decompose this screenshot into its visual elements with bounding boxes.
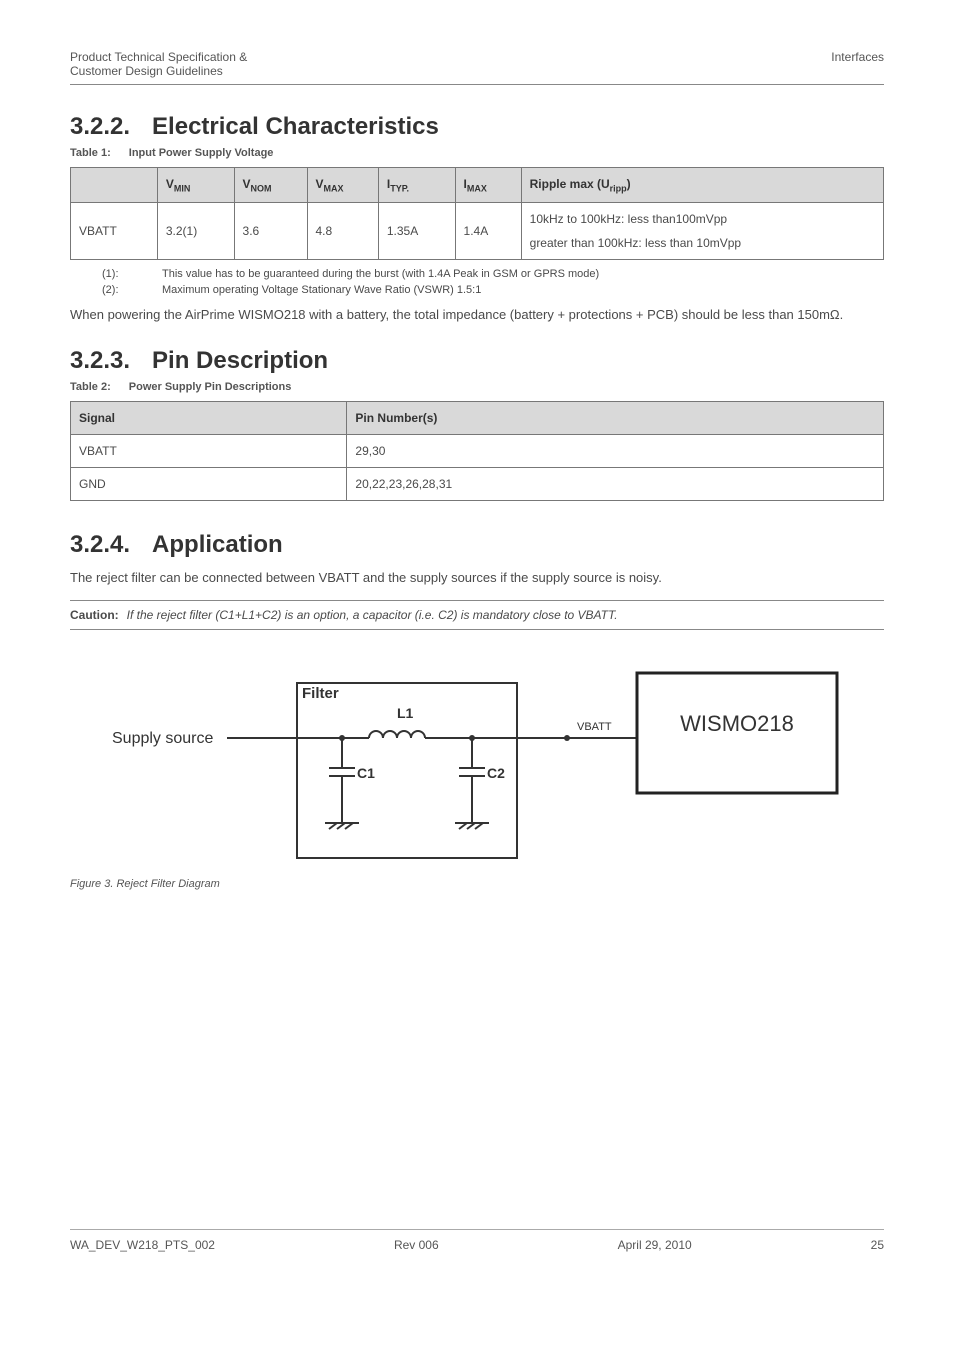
- application-body: The reject filter can be connected betwe…: [70, 569, 884, 588]
- cell-pins: 20,22,23,26,28,31: [347, 468, 884, 501]
- caution-label: Caution:: [70, 608, 119, 622]
- footer-rev: Rev 006: [394, 1238, 439, 1252]
- footnote-1: (1):This value has to be guaranteed duri…: [102, 268, 884, 280]
- figure3-caption: Figure 3. Reject Filter Diagram: [70, 878, 884, 890]
- table1-caption: Table 1: Input Power Supply Voltage: [70, 147, 884, 159]
- supply-source-label: Supply source: [112, 730, 213, 747]
- table2-caption: Table 2: Power Supply Pin Descriptions: [70, 381, 884, 393]
- caution-text: If the reject filter (C1+L1+C2) is an op…: [127, 608, 618, 622]
- cell-signal: GND: [71, 468, 347, 501]
- col-vnom: VNOM: [234, 168, 307, 203]
- caption-text: Input Power Supply Voltage: [129, 147, 274, 159]
- reject-filter-diagram: Supply source Filter C1 L1: [70, 648, 884, 868]
- section-heading: Electrical Characteristics: [152, 113, 439, 140]
- module-label: WISMO218: [680, 711, 794, 736]
- section-3-2-2-title: 3.2.2. Electrical Characteristics: [70, 113, 884, 141]
- section-number: 3.2.3.: [70, 347, 130, 374]
- filter-label: Filter: [302, 685, 339, 702]
- cell-name: VBATT: [71, 203, 158, 260]
- col-vmax: VMAX: [307, 168, 378, 203]
- table-row: GND 20,22,23,26,28,31: [71, 468, 884, 501]
- footer-doc: WA_DEV_W218_PTS_002: [70, 1238, 215, 1252]
- col-vmin: VMIN: [157, 168, 234, 203]
- section-3-2-3-title: 3.2.3. Pin Description: [70, 347, 884, 375]
- footer-date: April 29, 2010: [618, 1238, 692, 1252]
- col-blank: [71, 168, 158, 203]
- col-ripple: Ripple max (Uripp): [521, 168, 883, 203]
- c1-label: C1: [357, 765, 375, 781]
- page-footer: WA_DEV_W218_PTS_002 Rev 006 April 29, 20…: [70, 1229, 884, 1252]
- section-heading: Pin Description: [152, 347, 328, 374]
- col-signal: Signal: [71, 402, 347, 435]
- cell-vnom: 3.6: [234, 203, 307, 260]
- section-number: 3.2.4.: [70, 531, 130, 558]
- section-3-2-4-title: 3.2.4. Application: [70, 531, 884, 559]
- table-pin-descriptions: Signal Pin Number(s) VBATT 29,30 GND 20,…: [70, 401, 884, 501]
- section-number: 3.2.2.: [70, 113, 130, 140]
- table-row: VBATT 3.2(1) 3.6 4.8 1.35A 1.4A 10kHz to…: [71, 203, 884, 260]
- cell-vmax: 4.8: [307, 203, 378, 260]
- cell-ityp: 1.35A: [378, 203, 455, 260]
- cell-vmin: 3.2(1): [157, 203, 234, 260]
- cell-pins: 29,30: [347, 435, 884, 468]
- caption-label: Table 1:: [70, 147, 111, 159]
- header-left: Product Technical Specification & Custom…: [70, 50, 247, 78]
- col-ityp: ITYP.: [378, 168, 455, 203]
- col-pins: Pin Number(s): [347, 402, 884, 435]
- l1-label: L1: [397, 705, 414, 721]
- caption-label: Table 2:: [70, 381, 111, 393]
- c2-label: C2: [487, 765, 505, 781]
- vbatt-label: VBATT: [577, 721, 612, 733]
- header-right: Interfaces: [831, 50, 884, 78]
- footnote-2: (2):Maximum operating Voltage Stationary…: [102, 284, 884, 296]
- impedance-note: When powering the AirPrime WISMO218 with…: [70, 306, 884, 325]
- section-heading: Application: [152, 531, 283, 558]
- table-row: VBATT 29,30: [71, 435, 884, 468]
- cell-signal: VBATT: [71, 435, 347, 468]
- cell-imax: 1.4A: [455, 203, 521, 260]
- caption-text: Power Supply Pin Descriptions: [129, 381, 292, 393]
- table-input-power-supply: VMIN VNOM VMAX ITYP. IMAX Ripple max (Ur…: [70, 167, 884, 260]
- caution-note: Caution: If the reject filter (C1+L1+C2) …: [70, 600, 884, 630]
- page-header: Product Technical Specification & Custom…: [70, 50, 884, 85]
- footer-page: 25: [871, 1238, 884, 1252]
- cell-ripple: 10kHz to 100kHz: less than100mVpp greate…: [521, 203, 883, 260]
- col-imax: IMAX: [455, 168, 521, 203]
